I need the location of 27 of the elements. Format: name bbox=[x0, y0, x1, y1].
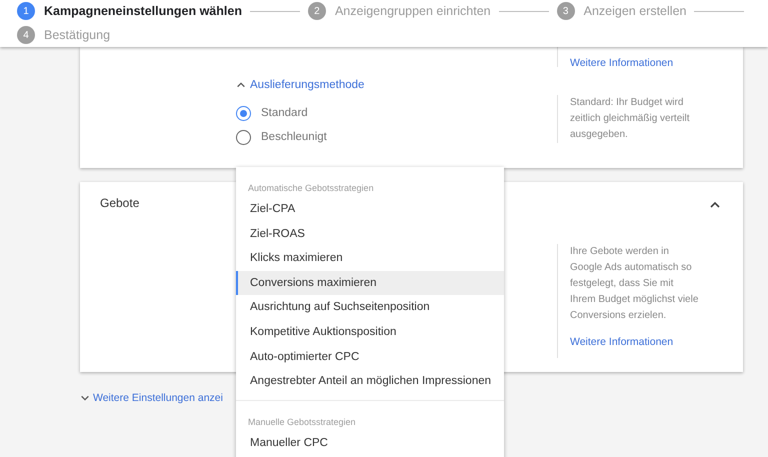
menu-group-heading: Automatische Gebotsstrategien bbox=[247, 183, 375, 195]
menu-item[interactable]: Ziel-ROAS bbox=[236, 222, 504, 246]
card-title: Gebote bbox=[100, 196, 140, 210]
more-settings-toggle[interactable]: Weitere Einstellungen anzei bbox=[80, 392, 223, 404]
menu-item[interactable]: Auto-optimierter CPC bbox=[236, 344, 504, 370]
delivery-method-toggle[interactable]: Auslieferungsmethode bbox=[236, 79, 364, 91]
help-text: Standard: Ihr Budget wird zeitlich gleichmäßig verteilt ausgegeben. bbox=[570, 96, 690, 142]
radio-button[interactable] bbox=[236, 130, 251, 144]
menu-group-heading: Manuelle Gebotsstrategien bbox=[247, 416, 357, 429]
radio-label[interactable]: Beschleunigt bbox=[261, 131, 327, 143]
step-number: 4 bbox=[17, 26, 35, 44]
step-number: 2 bbox=[308, 2, 326, 20]
radio-label[interactable]: Standard bbox=[261, 107, 308, 119]
more-info-link[interactable]: Weitere Informationen bbox=[570, 336, 700, 348]
radio-button[interactable] bbox=[236, 106, 251, 120]
step-number: 1 bbox=[17, 2, 35, 20]
menu-item[interactable]: Conversions maximieren bbox=[236, 270, 504, 296]
help-text: Ihre Gebote werden in Google Ads automatisch so festgelegt, dass Sie mit Ihrem Budget möglichst viele Conversions erzielen. bbox=[570, 245, 700, 323]
menu-item[interactable]: Ausrichtung auf Suchseitenposition bbox=[236, 295, 504, 320]
more-info-link[interactable]: Weitere Informationen bbox=[570, 57, 674, 69]
step-label[interactable]: Kampagneneinstellungen wählen bbox=[44, 4, 242, 18]
menu-item[interactable]: Angestrebter Anteil an möglichen Impressionen bbox=[236, 369, 504, 394]
step-number: 3 bbox=[556, 2, 575, 20]
menu-item[interactable]: Klicks maximieren bbox=[236, 246, 504, 271]
menu-item[interactable]: Manueller CPC bbox=[236, 430, 504, 456]
menu-item[interactable]: Ziel-CPA bbox=[236, 197, 504, 222]
menu-item[interactable]: Kompetitive Auktionsposition bbox=[236, 320, 504, 345]
